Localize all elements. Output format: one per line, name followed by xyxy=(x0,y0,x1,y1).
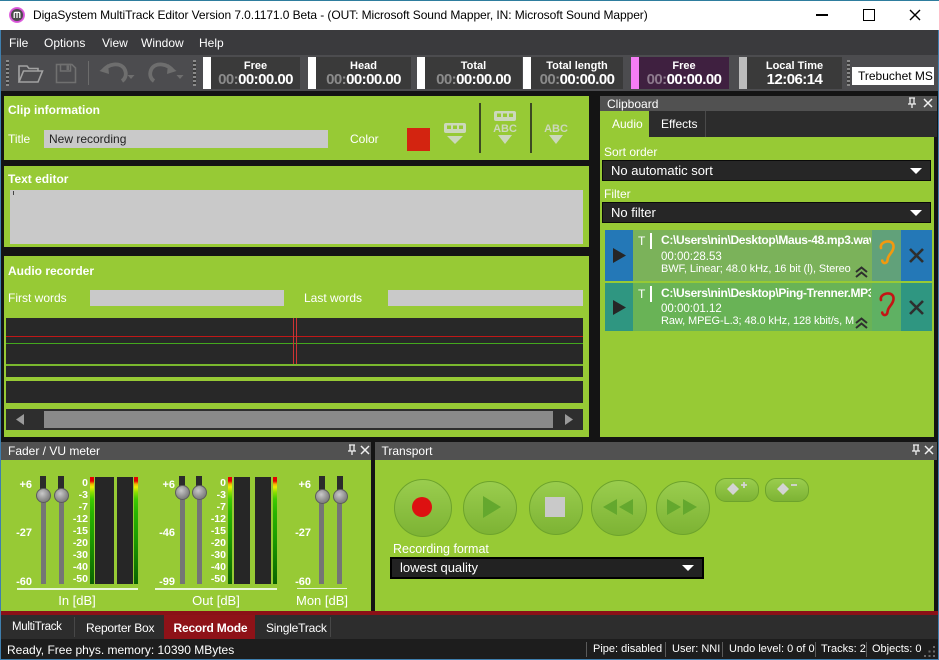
svg-text:ABC: ABC xyxy=(493,123,517,135)
svg-text:ABC: ABC xyxy=(544,123,568,135)
